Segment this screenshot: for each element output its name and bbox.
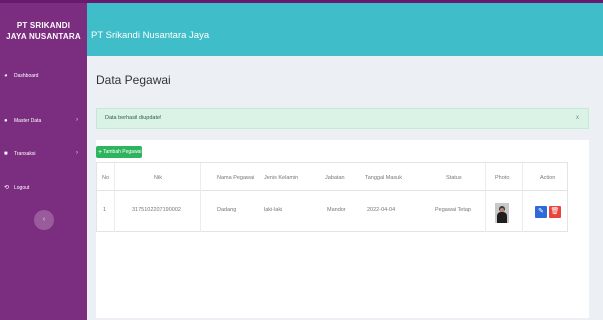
col-divider xyxy=(522,191,523,232)
cell-status: Pegawai Tetap xyxy=(435,207,471,213)
sidebar-item-dashboard[interactable]: ◕ Dashboard xyxy=(0,69,87,83)
sidebar-collapse-button[interactable]: ‹ xyxy=(34,210,54,230)
dashboard-icon: ◕ xyxy=(4,73,8,79)
col-divider xyxy=(522,163,523,192)
chevron-right-icon: › xyxy=(76,150,78,156)
sidebar-item-label: Dashboard xyxy=(14,73,39,79)
col-divider xyxy=(114,191,115,232)
alert-message: Data berhasil diupdate! xyxy=(105,115,162,121)
brand-logo[interactable]: PT SRIKANDI JAYA NUSANTARA xyxy=(0,3,87,59)
col-divider xyxy=(485,163,486,192)
sidebar-item-transaksi[interactable]: ■ Transaksi › xyxy=(0,147,87,161)
user-icon: ● xyxy=(4,118,8,124)
column-header: No xyxy=(102,175,110,181)
header-title: PT Srikandi Nusantara Jaya xyxy=(91,30,210,41)
photo-body xyxy=(497,212,507,223)
cell-nama: Dadang xyxy=(217,207,237,213)
col-divider xyxy=(114,163,115,192)
transaction-icon: ■ xyxy=(4,151,8,157)
column-header: Jenis Kelamin xyxy=(264,175,299,181)
table-header: No Nik Nama Pegawai Jenis Kelamin Jabata… xyxy=(96,162,568,192)
success-alert: Data berhasil diupdate! x xyxy=(96,108,589,129)
col-divider xyxy=(200,163,201,192)
brand-line1: PT SRIKANDI xyxy=(16,21,71,30)
column-header: Tanggal Masuk xyxy=(365,175,402,181)
cell-jabatan: Mandor xyxy=(327,207,346,213)
top-header: PT Srikandi Nusantara Jaya xyxy=(87,3,603,56)
logout-icon: ⟲ xyxy=(4,185,10,191)
column-header: Photo xyxy=(495,175,510,181)
sidebar-item-logout[interactable]: ⟲ Logout xyxy=(0,181,87,195)
add-employee-label: Tambah Pegawai xyxy=(103,149,142,155)
sidebar-item-master-data[interactable]: ● Master Data › xyxy=(0,114,87,128)
pencil-icon: ✎ xyxy=(538,208,544,215)
chevron-right-icon: › xyxy=(76,117,78,123)
column-header: Nik xyxy=(154,175,162,181)
sidebar-item-label: Logout xyxy=(14,185,30,191)
trash-icon: 🗑 xyxy=(550,208,560,215)
sidebar-item-label: Transaksi xyxy=(14,151,36,157)
table-row: 1 3175102207190002 Dadang laki-laki Mand… xyxy=(96,191,568,232)
page-title: Data Pegawai xyxy=(96,73,171,87)
col-divider xyxy=(200,191,201,232)
cell-no: 1 xyxy=(103,207,107,213)
cell-nik: 3175102207190002 xyxy=(132,207,181,213)
chevron-left-icon: ‹ xyxy=(42,216,46,223)
data-card: + Tambah Pegawai No Nik Nama Pegawai Jen… xyxy=(96,140,589,318)
brand-line2: JAYA NUSANTARA xyxy=(6,32,81,41)
employee-photo xyxy=(495,203,509,223)
column-header: Nama Pegawai xyxy=(217,175,255,181)
delete-button[interactable]: 🗑 xyxy=(549,206,561,218)
sidebar-item-label: Master Data xyxy=(14,118,42,124)
column-header: Action xyxy=(540,175,556,181)
cell-jenis-kelamin: laki-laki xyxy=(264,207,283,213)
cell-tanggal-masuk: 2022-04-04 xyxy=(367,207,396,213)
column-header: Status xyxy=(446,175,462,181)
edit-button[interactable]: ✎ xyxy=(535,206,547,218)
sidebar: PT SRIKANDI JAYA NUSANTARA ◕ Dashboard ●… xyxy=(0,3,87,320)
col-divider xyxy=(485,191,486,232)
main-content: Data Pegawai Data berhasil diupdate! x +… xyxy=(87,56,603,320)
close-icon[interactable]: x xyxy=(576,115,579,121)
column-header: Jabatan xyxy=(325,175,345,181)
plus-icon: + xyxy=(98,148,103,156)
add-employee-button[interactable]: + Tambah Pegawai xyxy=(96,146,142,158)
